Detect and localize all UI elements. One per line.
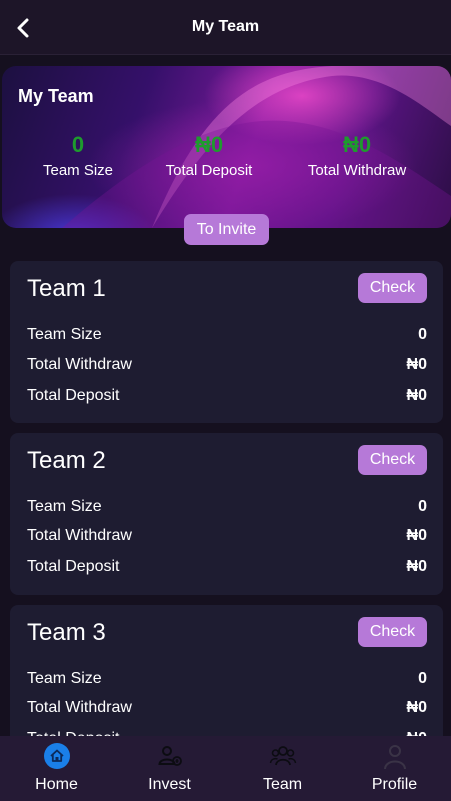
nav-label-invest: Invest <box>148 776 191 793</box>
stat-label: Team Size <box>27 498 102 515</box>
stat-value: 0 <box>418 670 427 687</box>
team-stat-row: Total Withdraw ₦0 <box>27 356 427 378</box>
invest-icon <box>157 746 182 766</box>
stat-label: Team Size <box>27 326 102 343</box>
team-stat-row: Team Size 0 <box>27 670 427 692</box>
invite-button[interactable]: To Invite <box>184 214 269 245</box>
team-size-label: Team Size <box>42 162 114 179</box>
nav-label-home: Home <box>35 776 78 793</box>
team-stat-row: Team Size 0 <box>27 326 427 348</box>
home-icon <box>43 743 70 769</box>
nav-item-invest[interactable]: Invest <box>113 736 226 801</box>
page-title: My Team <box>191 18 260 35</box>
stat-value: ₦0 <box>406 387 427 404</box>
team-size-stat: 0 Team Size <box>30 132 126 179</box>
nav-item-profile[interactable]: Profile <box>338 736 451 801</box>
total-withdraw-label: Total Withdraw <box>307 162 407 179</box>
team-stat-row: Team Size 0 <box>27 498 427 520</box>
total-deposit-value: ₦0 <box>194 132 224 157</box>
stat-value: 0 <box>418 326 427 343</box>
nav-label-team: Team <box>262 776 303 793</box>
total-withdraw-stat: ₦0 Total Withdraw <box>298 132 416 179</box>
team-name: Team 3 <box>27 619 106 646</box>
stat-value: ₦0 <box>406 699 427 716</box>
team-card: Team 2 Check Team Size 0 Total Withdraw … <box>10 433 443 595</box>
stat-label: Total Withdraw <box>27 527 132 544</box>
team-stat-row: Total Deposit ₦0 <box>27 387 427 409</box>
nav-label-profile: Profile <box>371 776 418 793</box>
team-name: Team 1 <box>27 275 106 302</box>
team-card: Team 1 Check Team Size 0 Total Withdraw … <box>10 261 443 423</box>
check-button[interactable]: Check <box>358 617 427 647</box>
total-deposit-label: Total Deposit <box>165 162 253 179</box>
team-stat-row: Total Withdraw ₦0 <box>27 527 427 549</box>
team-size-value: 0 <box>71 132 85 157</box>
total-withdraw-value: ₦0 <box>342 132 372 157</box>
team-name: Team 2 <box>27 447 106 474</box>
summary-title: My Team <box>18 86 94 106</box>
stat-value: ₦0 <box>406 558 427 575</box>
stat-value: ₦0 <box>406 356 427 373</box>
check-button[interactable]: Check <box>358 445 427 475</box>
nav-item-team[interactable]: Team <box>226 736 339 801</box>
stat-label: Team Size <box>27 670 102 687</box>
team-summary-banner: My Team 0 Team Size ₦0 Total Deposit ₦0 … <box>2 66 451 228</box>
total-deposit-stat: ₦0 Total Deposit <box>158 132 260 179</box>
top-bar: My Team <box>0 0 451 55</box>
stat-label: Total Deposit <box>27 558 120 575</box>
stat-value: ₦0 <box>406 527 427 544</box>
stat-label: Total Withdraw <box>27 356 132 373</box>
check-button[interactable]: Check <box>358 273 427 303</box>
stat-label: Total Withdraw <box>27 699 132 716</box>
profile-icon <box>383 745 406 770</box>
team-stat-row: Total Withdraw ₦0 <box>27 699 427 721</box>
team-icon <box>269 746 296 766</box>
stat-label: Total Deposit <box>27 387 120 404</box>
team-stat-row: Total Deposit ₦0 <box>27 558 427 580</box>
stat-value: 0 <box>418 498 427 515</box>
nav-item-home[interactable]: Home <box>0 736 113 801</box>
bottom-navigation: Home Invest Team Profile <box>0 736 451 801</box>
